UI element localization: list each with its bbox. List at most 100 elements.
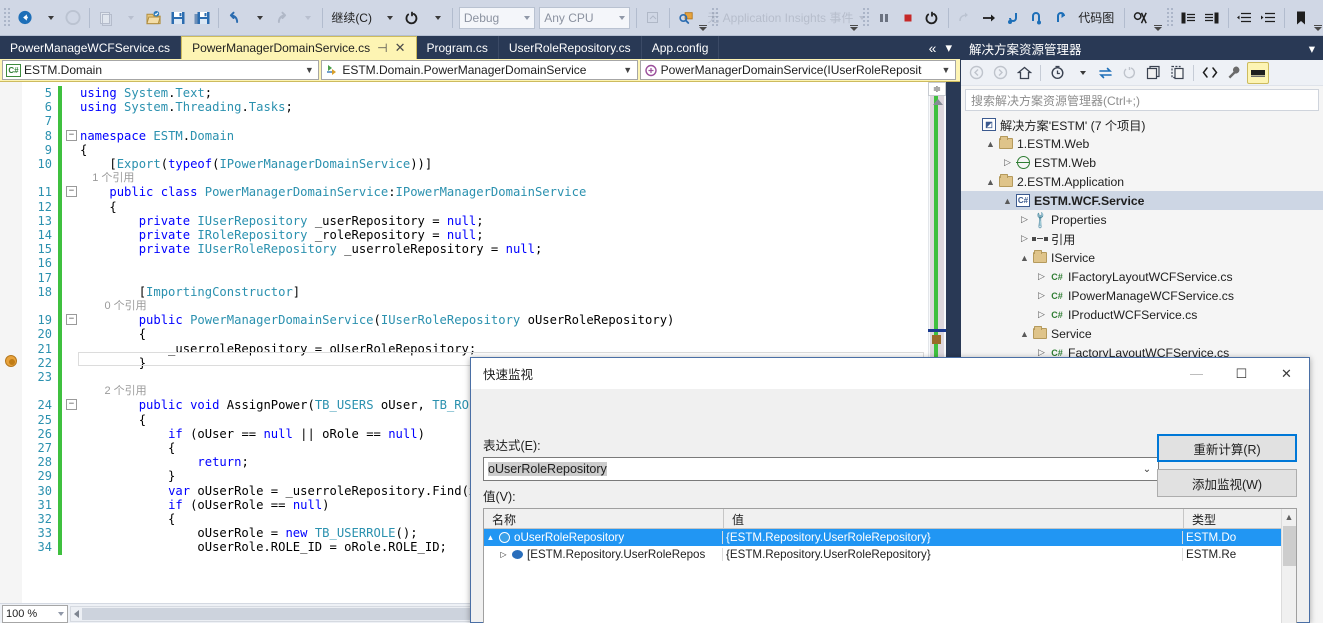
scroll-up-arrow-icon[interactable] (933, 99, 943, 105)
expression-input[interactable]: oUserRoleRepository ⌄ (483, 457, 1159, 481)
new-project-button[interactable] (94, 5, 118, 31)
toggle-breakpoint-button[interactable] (1129, 5, 1153, 31)
step-into-arrow-button[interactable] (977, 5, 1001, 31)
zoom-level-select[interactable]: 100 % (2, 605, 68, 623)
collapse-region-icon[interactable]: − (66, 186, 77, 197)
column-header-value[interactable]: 值 (724, 509, 1184, 528)
quick-watch-title-bar[interactable]: 快速监视 — ☐ ✕ (471, 358, 1309, 389)
toolbar-grip-3[interactable] (863, 8, 869, 28)
collapse-arrow-icon[interactable]: ▲ (484, 533, 497, 542)
type-select[interactable]: ESTM.Domain.PowerManagerDomainService ▼ (321, 60, 637, 80)
column-header-name[interactable]: 名称 (484, 509, 724, 528)
step-over-button[interactable] (1025, 5, 1049, 31)
member-select[interactable]: PowerManagerDomainService(IUserRoleRepos… (640, 60, 956, 80)
collapse-arrow-icon[interactable]: ▲ (1018, 253, 1031, 263)
step-into-button[interactable] (1001, 5, 1025, 31)
show-all-files-icon[interactable] (1166, 62, 1188, 84)
stop-debugging-button[interactable] (896, 5, 920, 31)
increase-indent-button[interactable] (1256, 5, 1280, 31)
tab-userrolerepository[interactable]: UserRoleRepository.cs (499, 36, 642, 59)
bookmark-button[interactable] (1289, 5, 1313, 31)
solution-explorer-search-input[interactable]: 搜索解决方案资源管理器(Ctrl+;) (965, 89, 1319, 111)
chevron-down-icon[interactable]: ▼ (622, 65, 634, 75)
step-out-button[interactable] (1049, 5, 1073, 31)
restart-debug-button[interactable] (920, 5, 944, 31)
quick-watch-grid[interactable]: 名称 值 类型 ▲oUserRoleRepository{ESTM.Reposi… (483, 508, 1297, 623)
active-files-dropdown-icon[interactable]: ▾ (945, 40, 952, 56)
collapse-arrow-icon[interactable]: ▲ (1001, 196, 1014, 206)
collapse-arrow-icon[interactable]: ▲ (984, 177, 997, 187)
solution-tree-item[interactable]: ▷C#IFactoryLayoutWCFService.cs (961, 267, 1323, 286)
expand-arrow-icon[interactable]: ▷ (497, 550, 510, 559)
solution-tree-item[interactable]: ▲C#ESTM.WCF.Service (961, 191, 1323, 210)
preview-selected-items-icon[interactable] (1247, 62, 1269, 84)
show-next-statement-button[interactable] (953, 5, 977, 31)
chevron-down-icon[interactable]: ▼ (940, 65, 952, 75)
chevron-down-icon[interactable] (1070, 62, 1092, 84)
restart-button[interactable] (400, 5, 424, 31)
solution-tree-item[interactable]: ▲1.ESTM.Web (961, 134, 1323, 153)
navigate-backward-button[interactable] (13, 5, 37, 31)
sync-with-active-document-icon[interactable] (1094, 62, 1116, 84)
break-all-button[interactable] (872, 5, 896, 31)
close-tab-icon[interactable]: ✕ (395, 40, 406, 56)
solution-tree-item[interactable]: ▷🔧Properties (961, 210, 1323, 229)
reevaluate-button[interactable]: 重新计算(R) (1157, 434, 1297, 462)
toolbar-overflow-button-3[interactable] (1154, 5, 1162, 31)
quick-watch-dialog[interactable]: 快速监视 — ☐ ✕ 表达式(E): oUserRoleRepository ⌄… (470, 357, 1310, 623)
code-map-button[interactable]: 代码图 (1073, 5, 1120, 31)
uncomment-selection-button[interactable] (1200, 5, 1224, 31)
undo-dropdown[interactable] (246, 5, 270, 31)
maximize-icon[interactable]: ☐ (1219, 358, 1264, 389)
open-file-button[interactable] (142, 5, 166, 31)
save-file-button[interactable] (166, 5, 190, 31)
toolbar-grip[interactable] (4, 8, 10, 28)
watch-row[interactable]: ▷[ESTM.Repository.UserRoleRepos{ESTM.Rep… (484, 546, 1296, 563)
code-lens-reference[interactable]: 0 个引用 (80, 299, 147, 313)
pending-changes-icon[interactable] (1046, 62, 1068, 84)
editor-scrollbar-split-button[interactable]: ≑ (928, 82, 946, 96)
comment-selection-button[interactable] (1176, 5, 1200, 31)
editor-indicator-margin[interactable] (0, 82, 22, 603)
find-in-files-button[interactable] (674, 5, 698, 31)
solution-tree-item[interactable]: ▲Service (961, 324, 1323, 343)
solution-tree-item[interactable]: ▷ESTM.Web (961, 153, 1323, 172)
properties-icon[interactable] (1223, 62, 1245, 84)
expand-arrow-icon[interactable]: ▷ (1018, 233, 1031, 244)
expand-arrow-icon[interactable]: ▷ (1035, 271, 1048, 282)
redo-button[interactable] (270, 5, 294, 31)
solution-tree-item[interactable]: ▷C#IPowerManageWCFService.cs (961, 286, 1323, 305)
application-insights-button[interactable]: 无 Application Insights 事件 (721, 5, 849, 31)
view-code-icon[interactable] (1199, 62, 1221, 84)
code-lens-reference[interactable]: 2 个引用 (80, 384, 147, 398)
undo-button[interactable] (222, 5, 246, 31)
scroll-tabs-icon[interactable]: « (929, 40, 937, 56)
back-icon[interactable] (965, 62, 987, 84)
add-watch-button[interactable]: 添加监视(W) (1157, 469, 1297, 497)
save-all-button[interactable] (190, 5, 214, 31)
collapse-region-icon[interactable]: − (66, 314, 77, 325)
scroll-left-arrow-icon[interactable] (74, 610, 79, 618)
tab-program[interactable]: Program.cs (417, 36, 499, 59)
code-lens-reference[interactable]: 1 个引用 (80, 171, 134, 185)
chevron-down-icon[interactable]: ▼ (303, 65, 315, 75)
attach-to-process-button[interactable] (641, 5, 665, 31)
tab-appconfig[interactable]: App.config (642, 36, 720, 59)
navigate-backward-dropdown[interactable] (37, 5, 61, 31)
project-select[interactable]: C# ESTM.Domain ▼ (2, 60, 319, 80)
redo-dropdown[interactable] (294, 5, 318, 31)
continue-dropdown[interactable] (376, 5, 400, 31)
continue-button[interactable]: 继续(C) (327, 5, 376, 31)
solution-platform-select[interactable]: Any CPU (539, 7, 630, 29)
collapse-arrow-icon[interactable]: ▲ (1018, 329, 1031, 339)
solution-tree-item[interactable]: ▷引用 (961, 229, 1323, 248)
scroll-up-arrow-icon[interactable]: ▲ (1282, 512, 1296, 522)
expand-arrow-icon[interactable]: ▷ (1001, 157, 1014, 168)
panel-menu-icon[interactable]: ▾ (1309, 41, 1315, 56)
restart-dropdown[interactable] (424, 5, 448, 31)
forward-icon[interactable] (989, 62, 1011, 84)
expand-arrow-icon[interactable]: ▷ (1035, 309, 1048, 320)
tab-powermanagewcfservice[interactable]: PowerManageWCFService.cs (0, 36, 181, 59)
new-project-dropdown[interactable] (118, 5, 142, 31)
expand-arrow-icon[interactable]: ▷ (1018, 214, 1031, 225)
